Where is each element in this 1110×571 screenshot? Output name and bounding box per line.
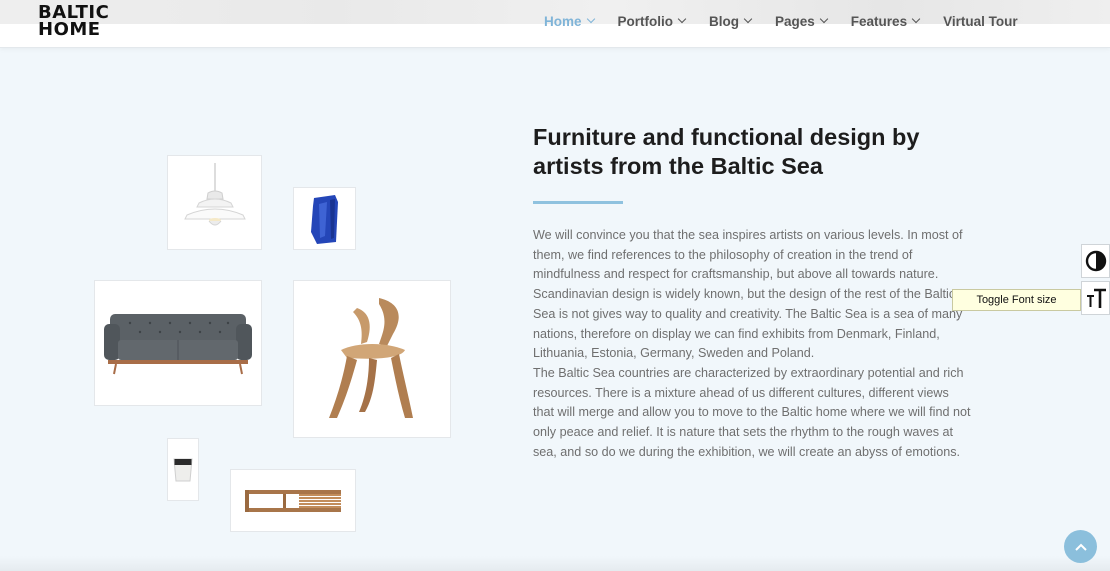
- nav-item-label: Home: [544, 13, 582, 29]
- paragraph: Scandinavian design is widely known, but…: [533, 287, 963, 361]
- nav-item-home[interactable]: Home: [544, 12, 595, 30]
- page-title: Furniture and functional design by artis…: [533, 124, 920, 179]
- cup-image[interactable]: [167, 438, 199, 501]
- wooden-chair-image[interactable]: [293, 280, 451, 438]
- nav-item-pages[interactable]: Pages: [775, 12, 829, 30]
- nav-item-label: Portfolio: [617, 13, 674, 29]
- chevron-down-icon: [743, 14, 753, 24]
- logo-line-2: HOME: [38, 19, 101, 40]
- pendant-lamp-graphic: [183, 162, 246, 225]
- font-size-tooltip: Toggle Font size: [952, 289, 1081, 311]
- chevron-down-icon: [677, 14, 687, 24]
- cup-graphic: [173, 458, 193, 481]
- wooden-shelf-graphic: [245, 489, 341, 512]
- wooden-chair-graphic: [329, 298, 413, 418]
- chevron-up-icon: [1074, 543, 1087, 551]
- font-size-icon: [1086, 288, 1106, 308]
- paragraph: The Baltic Sea countries are characteriz…: [533, 365, 971, 459]
- nav-item-label: Features: [850, 13, 908, 29]
- article-body: We will convince you that the sea inspir…: [533, 226, 973, 462]
- paragraph: We will convince you that the sea inspir…: [533, 228, 963, 282]
- grey-sofa-graphic: [104, 314, 252, 375]
- chevron-down-icon: [911, 14, 921, 24]
- wooden-shelf-image[interactable]: [230, 469, 356, 532]
- site-header: BALTIC HOME Home Portfolio Blog Pages Fe…: [0, 0, 1110, 48]
- section-bottom-shade: [0, 556, 1110, 571]
- scroll-to-top-button[interactable]: [1064, 530, 1097, 563]
- font-size-toggle-button[interactable]: [1081, 281, 1110, 315]
- blue-vase-image[interactable]: [293, 187, 356, 250]
- nav-item-portfolio[interactable]: Portfolio: [617, 12, 687, 30]
- title-divider: [533, 201, 623, 204]
- contrast-icon: [1085, 250, 1106, 272]
- grey-sofa-image[interactable]: [94, 280, 262, 406]
- nav-item-label: Virtual Tour: [943, 13, 1018, 29]
- contrast-toggle-button[interactable]: [1081, 244, 1110, 278]
- nav-item-features[interactable]: Features: [850, 12, 921, 30]
- chevron-down-icon: [586, 14, 595, 24]
- main-nav: Home Portfolio Blog Pages Features Virtu…: [544, 12, 1042, 30]
- blue-vase-graphic: [310, 194, 338, 244]
- site-logo[interactable]: BALTIC HOME: [38, 4, 109, 40]
- nav-item-label: Pages: [775, 13, 815, 29]
- pendant-lamp-image[interactable]: [167, 155, 262, 250]
- nav-item-virtual-tour[interactable]: Virtual Tour: [943, 12, 1018, 30]
- nav-item-label: Blog: [709, 13, 740, 29]
- chevron-down-icon: [819, 14, 829, 24]
- nav-item-blog[interactable]: Blog: [709, 12, 753, 30]
